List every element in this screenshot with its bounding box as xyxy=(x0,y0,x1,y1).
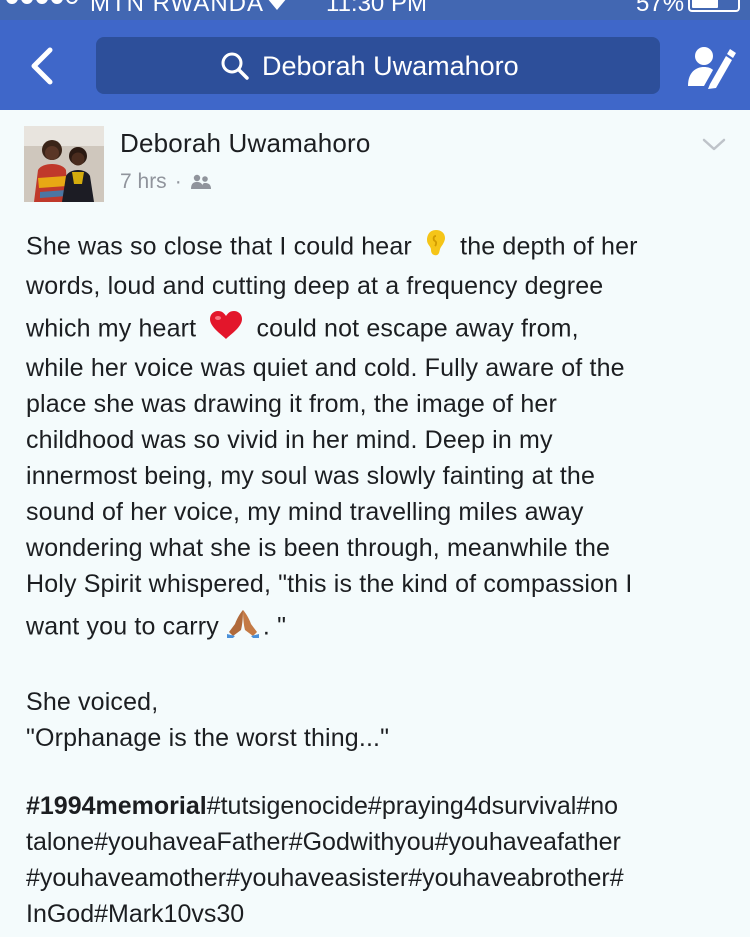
post-hashtags: #1994memorial#tutsigenocide#praying4dsur… xyxy=(26,788,738,932)
ear-emoji-icon xyxy=(425,228,447,268)
post-line: want you to carry . " xyxy=(26,608,738,648)
battery-percentage: 57% xyxy=(636,0,685,17)
wifi-icon xyxy=(264,0,290,20)
navigation-bar: Deborah Uwamahoro xyxy=(0,20,750,110)
post-line: wondering what she is been through, mean… xyxy=(26,534,611,562)
carrier-name: MTN RWANDA xyxy=(90,0,264,17)
post-text: want you to carry xyxy=(26,612,219,641)
post-body: She was so close that I could hear the d… xyxy=(26,228,738,756)
chevron-left-icon xyxy=(31,47,53,85)
post-text: the depth of her xyxy=(460,232,638,261)
signal-strength-icon xyxy=(6,0,78,4)
person-edit-icon xyxy=(688,47,736,89)
hashtag-line[interactable]: talone#youhaveaFather#Godwithyou#youhave… xyxy=(26,824,738,860)
post-meta: 7 hrs · xyxy=(120,170,212,194)
search-input[interactable]: Deborah Uwamahoro xyxy=(96,37,660,94)
edit-profile-button[interactable] xyxy=(686,42,736,90)
meta-separator: · xyxy=(174,170,182,193)
hashtag-bold[interactable]: #1994memorial xyxy=(26,792,207,820)
post-card: Deborah Uwamahoro 7 hrs · She was so clo… xyxy=(0,110,750,937)
hashtag-line[interactable]: InGod#Mark10vs30 xyxy=(26,896,738,932)
status-bar: MTN RWANDA 11:30 PM 57% xyxy=(0,0,750,20)
post-line: which my heart could not escape away fro… xyxy=(26,310,738,350)
post-line: She voiced, xyxy=(26,688,159,716)
search-query: Deborah Uwamahoro xyxy=(262,51,519,81)
chevron-down-icon[interactable] xyxy=(700,134,728,154)
post-text: She was so close that I could hear xyxy=(26,232,412,261)
hashtag-line: #1994memorial#tutsigenocide#praying4dsur… xyxy=(26,788,738,824)
clock: 11:30 PM xyxy=(326,0,427,17)
post-line: while her voice was quiet and cold. Full… xyxy=(26,354,625,382)
post-line: She was so close that I could hear the d… xyxy=(26,228,738,268)
praying-hands-emoji-icon xyxy=(225,608,261,648)
friends-icon xyxy=(190,174,211,189)
post-author-name[interactable]: Deborah Uwamahoro xyxy=(120,128,371,159)
post-text: could not escape away from, xyxy=(256,314,579,343)
post-timestamp[interactable]: 7 hrs xyxy=(120,170,167,194)
post-text: . " xyxy=(262,612,287,641)
heart-emoji-icon xyxy=(209,310,243,350)
post-line: innermost being, my soul was slowly fain… xyxy=(26,462,596,490)
search-icon xyxy=(221,52,249,80)
avatar[interactable] xyxy=(24,126,104,202)
post-line: "Orphanage is the worst thing..." xyxy=(26,724,390,752)
post-line: place she was drawing it from, the image… xyxy=(26,390,557,418)
hashtag-text[interactable]: #tutsigenocide#praying4dsurvival#no xyxy=(207,792,618,820)
post-line: childhood was so vivid in her mind. Deep… xyxy=(26,426,553,454)
post-text: which my heart xyxy=(26,314,197,343)
battery-icon xyxy=(688,0,740,12)
back-button[interactable] xyxy=(22,44,62,88)
post-line: Holy Spirit whispered, "this is the kind… xyxy=(26,570,633,598)
post-line: words, loud and cutting deep at a freque… xyxy=(26,272,604,300)
hashtag-line[interactable]: #youhaveamother#youhaveasister#youhaveab… xyxy=(26,860,738,896)
post-line: sound of her voice, my mind travelling m… xyxy=(26,498,584,526)
